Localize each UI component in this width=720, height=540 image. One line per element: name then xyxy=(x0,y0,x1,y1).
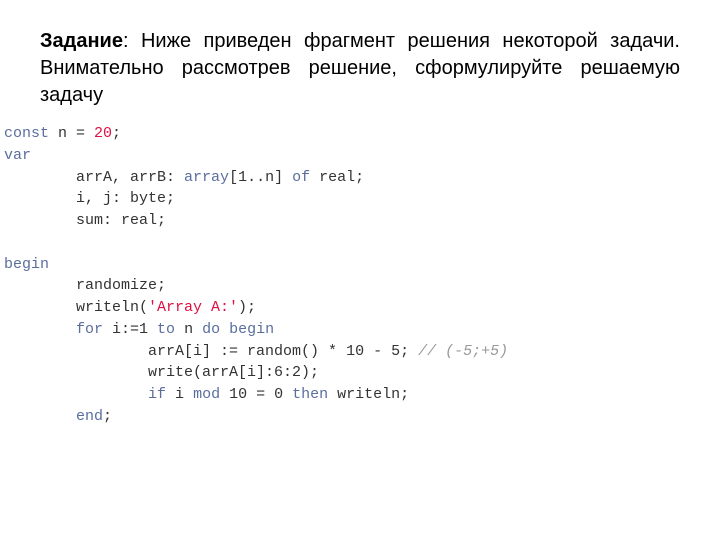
kw-begin: begin xyxy=(229,321,274,338)
kw-end: end xyxy=(76,408,103,425)
kw-array: array xyxy=(184,169,229,186)
code-text: arrA, arrB: xyxy=(76,169,184,186)
code-line-11: write(arrA[i]:6:2); xyxy=(4,362,680,384)
num-literal: 20 xyxy=(94,125,112,142)
indent xyxy=(4,169,76,186)
str-literal: 'Array A:' xyxy=(148,299,238,316)
code-line-10: arrA[i] := random() * 10 - 5; // (-5;+5) xyxy=(4,341,680,363)
kw-const: const xyxy=(4,125,49,142)
code-line-7: randomize; xyxy=(4,275,680,297)
task-label: Задание xyxy=(40,30,123,52)
kw-mod: mod xyxy=(193,386,220,403)
code-line-2: var xyxy=(4,145,680,167)
indent xyxy=(4,321,76,338)
code-line-6: begin xyxy=(4,254,680,276)
indent xyxy=(4,408,76,425)
kw-var: var xyxy=(4,147,31,164)
code-text: i:=1 xyxy=(103,321,157,338)
code-line-4: i, j: byte; xyxy=(4,188,680,210)
code-text: i xyxy=(166,386,193,403)
indent xyxy=(4,386,148,403)
comment: // (-5;+5) xyxy=(418,343,508,360)
code-text: [1..n] xyxy=(229,169,292,186)
kw-then: then xyxy=(292,386,328,403)
code-block: const n = 20; var arrA, arrB: array[1..n… xyxy=(2,117,680,438)
kw-for: for xyxy=(76,321,103,338)
code-line-1: const n = 20; xyxy=(4,123,680,145)
kw-do: do xyxy=(202,321,220,338)
code-text: sum: real; xyxy=(76,212,166,229)
code-line-5: sum: real; xyxy=(4,210,680,232)
code-text: n xyxy=(175,321,202,338)
task-paragraph: Задание: Ниже приведен фрагмент решения … xyxy=(40,28,680,109)
code-text: 10 = 0 xyxy=(220,386,292,403)
page: Задание: Ниже приведен фрагмент решения … xyxy=(0,0,720,438)
code-text: ; xyxy=(112,125,121,142)
code-text: i, j: byte; xyxy=(76,190,175,207)
code-text: arrA[i] := random() * 10 - 5; xyxy=(148,343,418,360)
indent xyxy=(4,299,76,316)
indent xyxy=(4,277,76,294)
code-text xyxy=(220,321,229,338)
kw-if: if xyxy=(148,386,166,403)
code-text: writeln; xyxy=(328,386,409,403)
code-line-12: if i mod 10 = 0 then writeln; xyxy=(4,384,680,406)
code-text: n = xyxy=(49,125,94,142)
kw-to: to xyxy=(157,321,175,338)
task-colon: : xyxy=(123,30,141,52)
code-text: writeln( xyxy=(76,299,148,316)
code-text: randomize; xyxy=(76,277,166,294)
indent xyxy=(4,364,148,381)
kw-begin: begin xyxy=(4,256,49,273)
code-text: write(arrA[i]:6:2); xyxy=(148,364,319,381)
code-line-9: for i:=1 to n do begin xyxy=(4,319,680,341)
code-line-3: arrA, arrB: array[1..n] of real; xyxy=(4,167,680,189)
code-line-13: end; xyxy=(4,406,680,428)
code-line-8: writeln('Array A:'); xyxy=(4,297,680,319)
indent xyxy=(4,212,76,229)
kw-of: of xyxy=(292,169,310,186)
indent xyxy=(4,190,76,207)
code-text: ); xyxy=(238,299,256,316)
indent xyxy=(4,343,148,360)
code-text: real; xyxy=(310,169,364,186)
code-blank-1 xyxy=(4,232,680,254)
code-text: ; xyxy=(103,408,112,425)
